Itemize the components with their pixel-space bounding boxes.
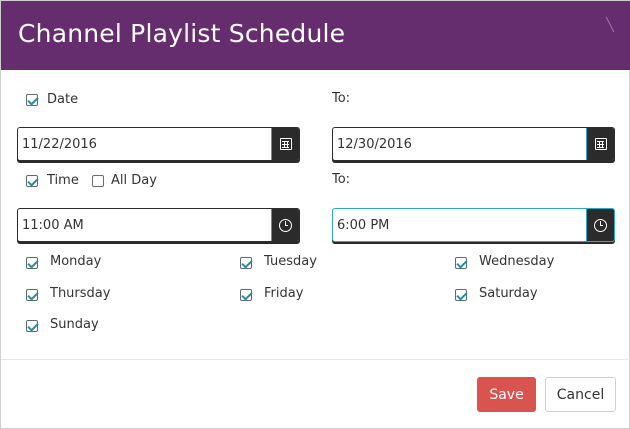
schedule-dialog: Channel Playlist Schedule ╲ Date To: Tim… <box>0 0 630 429</box>
date-to-input[interactable] <box>333 128 587 160</box>
time-from-clock-button[interactable] <box>271 209 299 241</box>
date-from-calendar-button[interactable] <box>271 128 299 160</box>
tuesday-label: Tuesday <box>264 254 317 269</box>
date-from-field <box>17 127 300 161</box>
friday-label: Friday <box>264 286 304 301</box>
time-from-input[interactable] <box>18 209 272 241</box>
calendar-icon <box>594 138 607 150</box>
save-button[interactable]: Save <box>477 377 536 412</box>
time-to-label: To: <box>332 172 351 187</box>
date-from-input[interactable] <box>18 128 272 160</box>
thursday-checkbox[interactable] <box>26 289 38 301</box>
time-checkbox[interactable] <box>26 175 38 187</box>
monday-label: Monday <box>50 254 102 269</box>
close-icon[interactable]: ╲ <box>603 19 617 33</box>
thursday-label: Thursday <box>50 286 111 301</box>
calendar-icon <box>279 138 292 150</box>
time-from-field <box>17 208 300 242</box>
sunday-checkbox[interactable] <box>26 320 38 332</box>
all-day-label: All Day <box>111 173 157 188</box>
monday-checkbox[interactable] <box>26 257 38 269</box>
saturday-checkbox[interactable] <box>455 289 467 301</box>
footer-divider <box>1 359 630 360</box>
friday-checkbox[interactable] <box>240 289 252 301</box>
date-to-field <box>332 127 615 161</box>
date-to-label: To: <box>332 91 351 106</box>
date-label: Date <box>47 92 79 107</box>
time-to-input[interactable] <box>333 209 587 241</box>
date-to-calendar-button[interactable] <box>586 128 614 160</box>
time-to-clock-button[interactable] <box>586 209 614 241</box>
date-checkbox[interactable] <box>26 94 38 106</box>
wednesday-checkbox[interactable] <box>455 257 467 269</box>
time-label: Time <box>47 173 79 188</box>
clock-icon <box>594 218 607 232</box>
dialog-title: Channel Playlist Schedule <box>18 19 346 48</box>
dialog-header: Channel Playlist Schedule ╲ <box>1 1 630 70</box>
sunday-label: Sunday <box>50 317 99 332</box>
cancel-button[interactable]: Cancel <box>545 377 616 412</box>
all-day-checkbox[interactable] <box>92 175 104 187</box>
wednesday-label: Wednesday <box>479 254 555 269</box>
saturday-label: Saturday <box>479 286 538 301</box>
tuesday-checkbox[interactable] <box>240 257 252 269</box>
clock-icon <box>279 218 292 232</box>
time-to-field <box>332 208 615 242</box>
